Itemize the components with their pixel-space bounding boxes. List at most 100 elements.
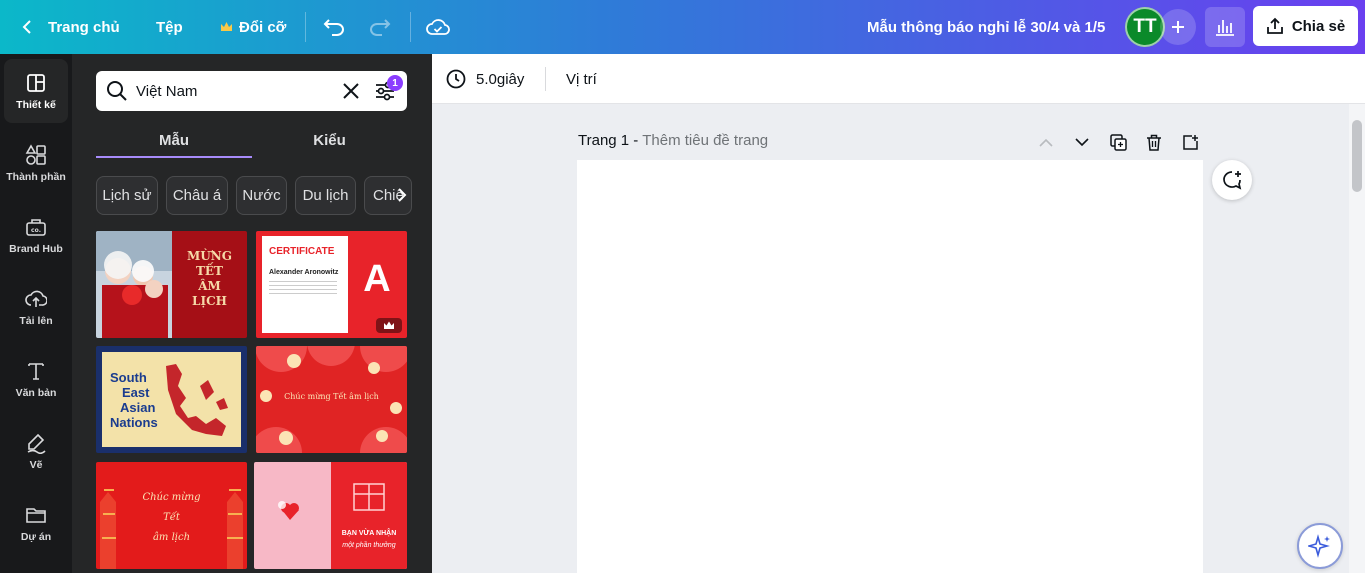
template-thumbnail[interactable]: BẠN VỪA NHẬN một phần thưởng	[254, 462, 407, 569]
crown-icon	[221, 22, 232, 31]
chevron-left-icon	[22, 20, 31, 34]
close-icon[interactable]	[340, 80, 362, 102]
chip-label: Nước	[242, 187, 281, 204]
certificate-logo: A	[363, 258, 391, 300]
duration-label: 5.0giây	[476, 70, 525, 88]
duplicate-page-button[interactable]	[1107, 131, 1129, 153]
resize-label: Đổi cỡ	[239, 18, 287, 36]
top-bar: Trang chủ Tệp Đổi cỡ Mẫu thông báo nghỉ …	[0, 0, 1365, 54]
document-title[interactable]: Mẫu thông báo nghỉ lễ 30/4 và 1/5	[867, 0, 1105, 54]
certificate-heading: CERTIFICATE	[269, 246, 335, 257]
comment-add-icon	[1223, 171, 1242, 190]
asean-title: South East Asian Nations	[110, 370, 158, 430]
cloud-check-icon	[426, 19, 450, 35]
rail-item-brand-hub[interactable]: co. Brand Hub	[4, 203, 68, 267]
thumb-title: Chúc mừng Tết âm lịch	[142, 492, 201, 543]
text-icon	[28, 362, 44, 380]
add-page-button[interactable]	[1179, 131, 1201, 153]
rail-item-draw[interactable]: Vẽ	[4, 419, 68, 483]
insights-button[interactable]	[1205, 7, 1245, 47]
delete-page-button[interactable]	[1143, 131, 1165, 153]
home-label: Trang chủ	[48, 18, 120, 36]
chips-next-button[interactable]	[390, 180, 414, 210]
rail-item-text[interactable]: Văn bản	[4, 347, 68, 411]
resize-button[interactable]: Đổi cỡ	[220, 0, 286, 54]
undo-button[interactable]	[316, 9, 352, 45]
home-button[interactable]: Trang chủ	[20, 0, 120, 54]
rail-label: Thiết kế	[16, 98, 56, 111]
share-label: Chia sẻ	[1291, 17, 1346, 35]
duration-button[interactable]: 5.0giây	[446, 54, 524, 104]
file-label: Tệp	[156, 18, 183, 36]
rail-label: Brand Hub	[9, 242, 63, 255]
sparkle-icon	[1308, 534, 1330, 558]
folder-icon	[26, 507, 46, 523]
redo-button[interactable]	[362, 9, 398, 45]
page-title[interactable]: Trang 1 - Thêm tiêu đề trang	[578, 132, 768, 149]
plus-icon	[1172, 21, 1184, 33]
tab-templates[interactable]: Mẫu	[96, 122, 252, 158]
add-comment-button[interactable]	[1212, 160, 1252, 200]
chip-label: Du lịch	[302, 187, 349, 204]
chip-label: Lịch sử	[102, 187, 152, 204]
premium-badge	[376, 318, 402, 333]
cloud-upload-icon	[25, 290, 47, 307]
active-tab-indicator	[96, 156, 252, 158]
rail-label: Thành phần	[6, 170, 66, 183]
save-status-button[interactable]	[420, 9, 456, 45]
tab-label: Kiểu	[313, 131, 346, 149]
redo-icon	[370, 19, 391, 36]
rail-label: Tải lên	[19, 314, 53, 327]
position-button[interactable]: Vị trí	[566, 54, 597, 104]
avatar[interactable]: TT	[1125, 7, 1165, 47]
side-rail: Thiết kế Thành phần co. Brand Hub Tải lê…	[0, 54, 72, 573]
position-label: Vị trí	[566, 70, 597, 88]
rail-item-elements[interactable]: Thành phần	[4, 131, 68, 195]
design-page[interactable]	[577, 160, 1203, 573]
clock-icon	[446, 69, 466, 89]
tab-label: Mẫu	[159, 131, 189, 149]
chip-travel[interactable]: Du lịch	[295, 176, 356, 215]
tab-styles[interactable]: Kiểu	[252, 122, 407, 158]
upload-icon	[1266, 17, 1283, 34]
chip-asia[interactable]: Châu á	[166, 176, 228, 215]
chevron-up-icon	[1039, 138, 1053, 147]
rail-item-uploads[interactable]: Tải lên	[4, 275, 68, 339]
undo-icon	[323, 19, 344, 36]
divider	[545, 67, 546, 91]
magic-assistant-button[interactable]	[1297, 523, 1343, 569]
add-page-icon	[1182, 134, 1198, 150]
rail-item-projects[interactable]: Dự án	[4, 491, 68, 555]
rail-label: Vẽ	[29, 458, 43, 471]
gift-decor	[278, 483, 385, 520]
template-thumbnail[interactable]: CERTIFICATE Alexander Aronowitz A	[256, 231, 407, 338]
template-thumbnail[interactable]: MỪNG TẾT ÂM LỊCH	[96, 231, 247, 338]
file-menu[interactable]: Tệp	[156, 0, 183, 54]
move-page-up-button[interactable]	[1035, 131, 1057, 153]
scrollbar-thumb[interactable]	[1352, 120, 1362, 192]
chevron-down-icon	[1075, 137, 1089, 146]
certificate-name: Alexander Aronowitz	[269, 269, 339, 276]
share-button[interactable]: Chia sẻ	[1253, 6, 1358, 46]
search-input[interactable]	[136, 71, 326, 111]
divider	[305, 12, 306, 42]
template-thumbnail[interactable]: South East Asian Nations	[96, 346, 247, 453]
chevron-right-icon	[398, 188, 407, 202]
editor-toolbar: 5.0giây Vị trí	[432, 54, 1365, 104]
layout-icon	[27, 73, 45, 92]
template-thumbnail[interactable]: Chúc mừng Tết âm lịch	[96, 462, 247, 569]
templates-panel: 1 Mẫu Kiểu Lịch sử Châu á Nước Du lịch C…	[72, 54, 432, 573]
invite-button[interactable]	[1160, 9, 1196, 45]
thumb-text: BẠN VỪA NHẬN một phần thưởng	[341, 530, 397, 549]
chip-history[interactable]: Lịch sử	[96, 176, 158, 215]
chip-water[interactable]: Nước	[236, 176, 287, 215]
rail-item-design[interactable]: Thiết kế	[4, 59, 68, 123]
duplicate-icon	[1109, 133, 1127, 151]
search-box: 1	[96, 71, 407, 111]
template-thumbnail[interactable]: Chúc mừng Tết âm lịch	[256, 346, 407, 453]
rail-label: Dự án	[20, 530, 52, 543]
filter-count-badge: 1	[387, 75, 403, 91]
thumb-text: Chúc mừng Tết âm lịch	[284, 392, 379, 401]
page-number: Trang 1 -	[578, 132, 639, 149]
move-page-down-button[interactable]	[1071, 131, 1093, 153]
